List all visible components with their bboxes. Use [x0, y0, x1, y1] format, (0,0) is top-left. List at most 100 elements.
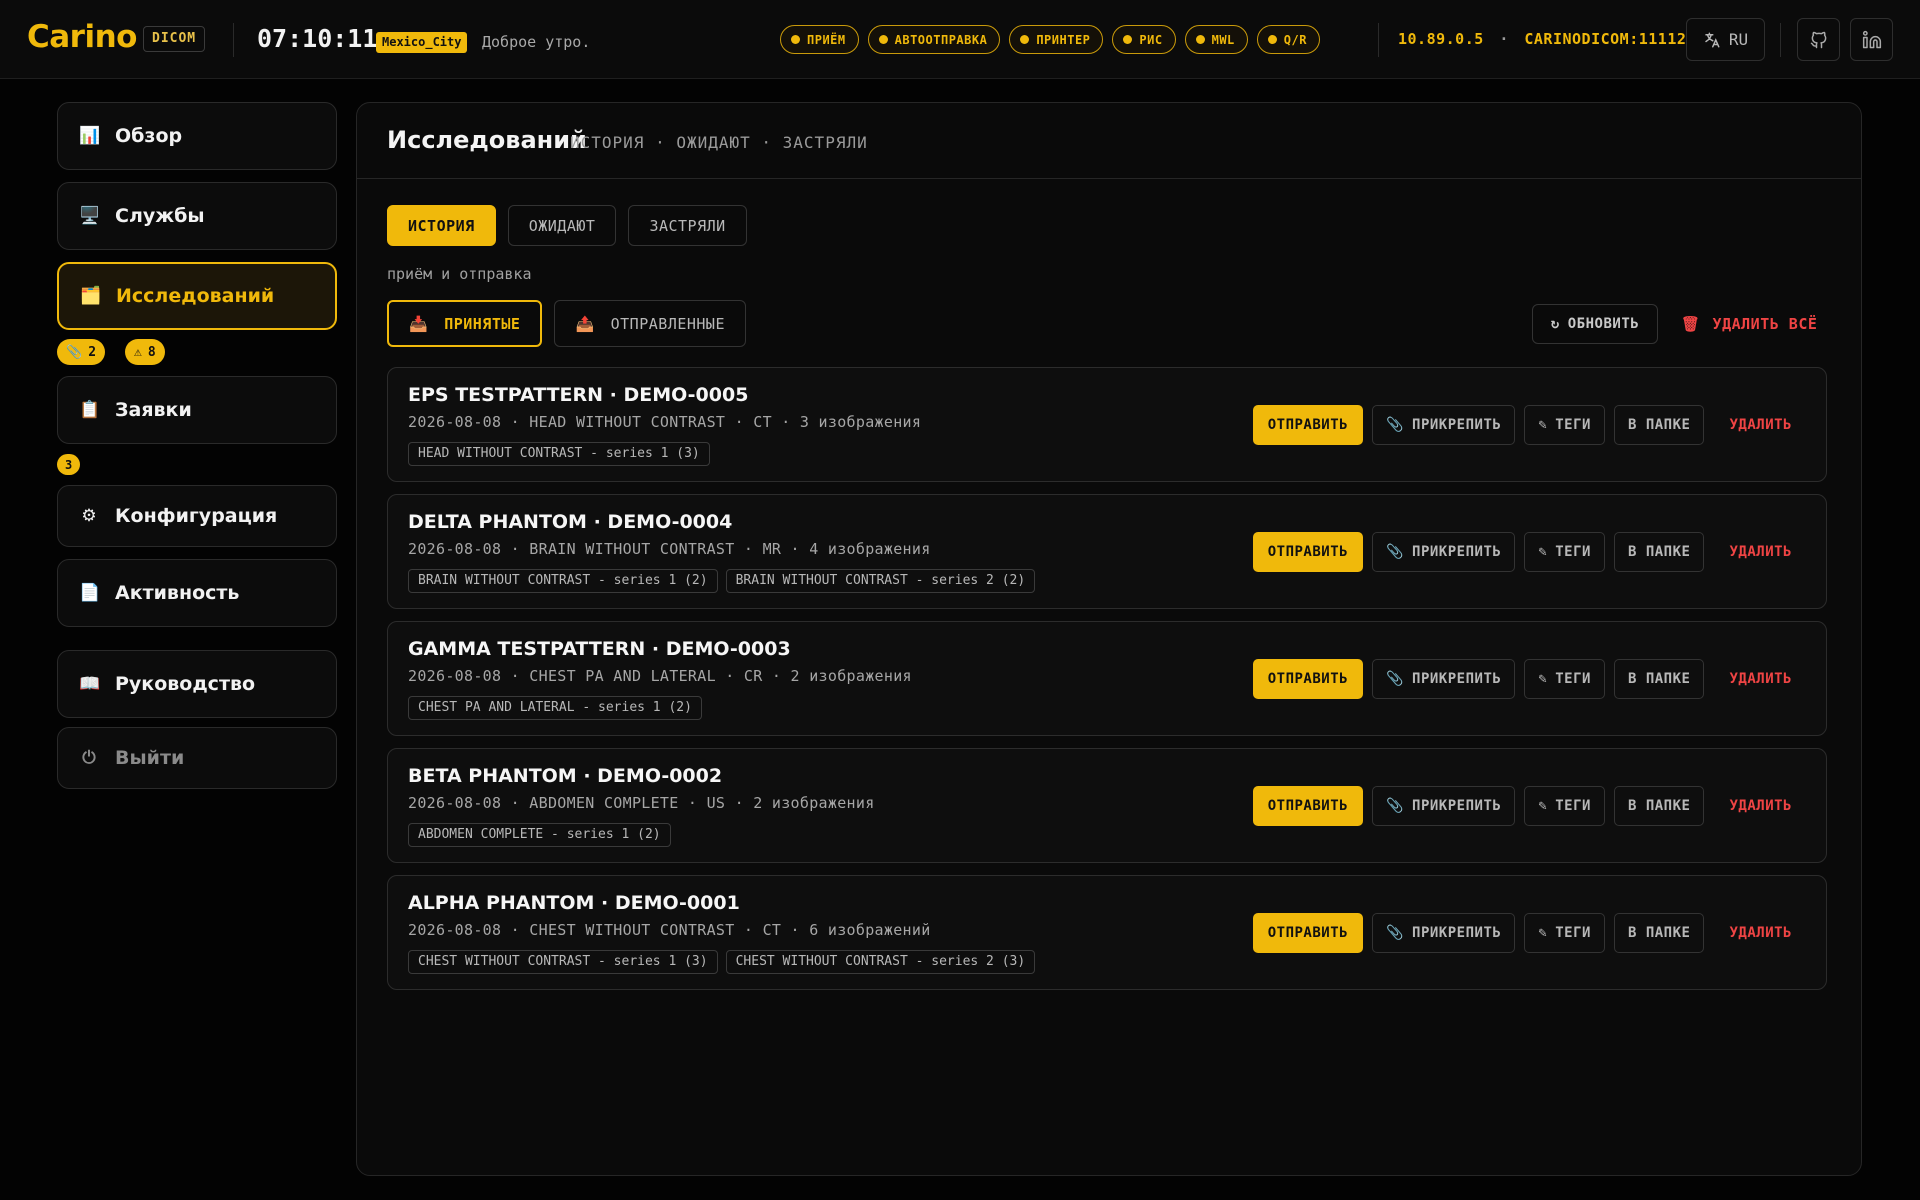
delete-button[interactable]: УДАЛИТЬ [1713, 659, 1808, 699]
sidebar-item-label: Конфигурация [115, 505, 278, 527]
gear-icon: ⚙ [81, 506, 97, 526]
pencil-icon: ✎ [1538, 671, 1548, 687]
in-folder-button[interactable]: В ПАПКЕ [1613, 405, 1705, 445]
sidebar-item-requests[interactable]: 📋 Заявки [57, 376, 337, 444]
study-meta: 2026-08-08 · CHEST WITHOUT CONTRAST · CT… [408, 921, 931, 939]
service-pill-receive[interactable]: ПРИЁМ [780, 25, 859, 54]
study-actions: ОТПРАВИТЬ 📎 ПРИКРЕПИТЬ ✎ ТЕГИ В ПАПКЕ УДАЛ… [1252, 659, 1808, 699]
send-button[interactable]: ОТПРАВИТЬ [1252, 659, 1364, 699]
sidebar-item-label: Выйти [115, 747, 185, 769]
page-subtitle: ИСТОРИЯ · ОЖИДАЮТ · ЗАСТРЯЛИ [570, 133, 868, 152]
section-hint: приём и отправка [387, 265, 532, 283]
pencil-icon: ✎ [1538, 798, 1548, 814]
delete-button[interactable]: УДАЛИТЬ [1713, 532, 1808, 572]
attach-button[interactable]: 📎 ПРИКРЕПИТЬ [1372, 786, 1516, 826]
series-chip: ABDOMEN COMPLETE - series 1 (2) [408, 823, 671, 847]
folder-icon: 🗂️ [80, 286, 102, 306]
attach-button[interactable]: 📎 ПРИКРЕПИТЬ [1372, 913, 1516, 953]
tags-label: ТЕГИ [1555, 544, 1591, 560]
linkedin-button[interactable] [1850, 18, 1893, 61]
delete-all-button[interactable]: 🗑 УДАЛИТЬ ВСЁ [1681, 304, 1817, 344]
series-list: ABDOMEN COMPLETE - series 1 (2) [408, 823, 671, 847]
send-button[interactable]: ОТПРАВИТЬ [1252, 405, 1364, 445]
delete-button[interactable]: УДАЛИТЬ [1713, 405, 1808, 445]
direction-tabs: 📥 ПРИНЯТЫЕ 📤 ОТПРАВЛЕННЫЕ [387, 300, 746, 347]
series-list: CHEST WITHOUT CONTRAST - series 1 (3) CH… [408, 950, 1036, 974]
tab-received[interactable]: 📥 ПРИНЯТЫЕ [387, 300, 543, 347]
service-pill-printer[interactable]: ПРИНТЕР [1009, 25, 1104, 54]
tab-sent[interactable]: 📤 ОТПРАВЛЕННЫЕ [554, 300, 746, 347]
send-button[interactable]: ОТПРАВИТЬ [1252, 786, 1364, 826]
sidebar-item-services[interactable]: 🖥️ Службы [57, 182, 337, 250]
tab-pending[interactable]: ОЖИДАЮТ [507, 205, 617, 246]
tags-label: ТЕГИ [1555, 671, 1591, 687]
service-pill-qr[interactable]: Q/R [1256, 25, 1320, 54]
page-title: Исследований [387, 126, 587, 154]
monitor-icon: 🖥️ [79, 206, 101, 226]
paperclip-icon: 📎 [1386, 417, 1405, 433]
service-pill-autosend[interactable]: АВТООТПРАВКА [867, 25, 1001, 54]
divider [233, 23, 234, 57]
attach-label: ПРИКРЕПИТЬ [1412, 798, 1502, 814]
study-meta: 2026-08-08 · ABDOMEN COMPLETE · US · 2 и… [408, 794, 875, 812]
sidebar-item-logout[interactable]: ⏻ Выйти [57, 727, 337, 789]
status-dot-icon [791, 35, 800, 44]
sidebar-item-overview[interactable]: 📊 Обзор [57, 102, 337, 170]
service-pill-label: ПРИНТЕР [1036, 32, 1091, 47]
attach-label: ПРИКРЕПИТЬ [1412, 417, 1502, 433]
study-meta: 2026-08-08 · CHEST PA AND LATERAL · CR ·… [408, 667, 912, 685]
in-folder-button[interactable]: В ПАПКЕ [1613, 786, 1705, 826]
chart-icon: 📊 [79, 126, 101, 146]
delete-button[interactable]: УДАЛИТЬ [1713, 913, 1808, 953]
send-button[interactable]: ОТПРАВИТЬ [1252, 532, 1364, 572]
github-icon [1810, 31, 1826, 48]
tags-button[interactable]: ✎ ТЕГИ [1524, 913, 1605, 953]
service-pill-mwl[interactable]: MWL [1184, 25, 1248, 54]
in-folder-button[interactable]: В ПАПКЕ [1613, 532, 1705, 572]
timezone-badge: Mexico_City [376, 32, 468, 53]
in-folder-button[interactable]: В ПАПКЕ [1613, 659, 1705, 699]
service-pill-ris[interactable]: РИС [1112, 25, 1176, 54]
attach-button[interactable]: 📎 ПРИКРЕПИТЬ [1372, 659, 1516, 699]
refresh-button[interactable]: ↻ ОБНОВИТЬ [1532, 304, 1658, 344]
sidebar-item-activity[interactable]: 📄 Активность [57, 559, 337, 627]
delete-button[interactable]: УДАЛИТЬ [1713, 786, 1808, 826]
language-switch-button[interactable]: RU [1686, 18, 1765, 61]
greeting-text: Доброе утро. [482, 33, 591, 51]
status-dot-icon [878, 35, 888, 44]
paperclip-icon: 📎 [1386, 925, 1405, 941]
attach-button[interactable]: 📎 ПРИКРЕПИТЬ [1372, 532, 1516, 572]
tab-label: ОТПРАВЛЕННЫЕ [610, 314, 725, 333]
study-card: GAMMA TESTPATTERN · DEMO-0003 2026-08-08… [387, 621, 1827, 736]
in-folder-button[interactable]: В ПАПКЕ [1613, 913, 1705, 953]
tags-button[interactable]: ✎ ТЕГИ [1524, 659, 1605, 699]
study-title: DELTA PHANTOM · DEMO-0004 [408, 511, 733, 533]
linkedin-icon [1862, 30, 1881, 48]
tab-history[interactable]: ИСТОРИЯ [387, 205, 496, 246]
app-logo[interactable]: Carino [27, 19, 137, 55]
translate-icon [1705, 32, 1720, 47]
tags-button[interactable]: ✎ ТЕГИ [1524, 532, 1605, 572]
tags-button[interactable]: ✎ ТЕГИ [1524, 786, 1605, 826]
paperclip-icon: 📎 [1386, 544, 1405, 560]
sidebar-item-studies[interactable]: 🗂️ Исследований [57, 262, 337, 330]
sidebar-item-manual[interactable]: 📖 Руководство [57, 650, 337, 718]
send-button[interactable]: ОТПРАВИТЬ [1252, 913, 1364, 953]
refresh-icon: ↻ [1550, 316, 1560, 332]
tags-button[interactable]: ✎ ТЕГИ [1524, 405, 1605, 445]
sidebar-item-label: Службы [115, 205, 205, 227]
warning-count-badge: ⚠ 8 [125, 339, 165, 365]
tab-stuck[interactable]: ЗАСТРЯЛИ [628, 205, 747, 246]
service-pill-label: РИС [1139, 32, 1163, 47]
github-button[interactable] [1797, 18, 1840, 61]
service-pill-label: Q/R [1283, 32, 1307, 47]
divider [1378, 23, 1379, 57]
language-label: RU [1728, 30, 1749, 49]
status-dot-icon [1123, 35, 1133, 44]
attach-button[interactable]: 📎 ПРИКРЕПИТЬ [1372, 405, 1516, 445]
refresh-label: ОБНОВИТЬ [1567, 316, 1640, 332]
series-chip: CHEST WITHOUT CONTRAST - series 1 (3) [408, 950, 718, 974]
attach-label: ПРИКРЕПИТЬ [1412, 671, 1502, 687]
network-info: 10.89.0.5 · CARINODICOM:11112 [1398, 30, 1686, 48]
sidebar-item-configuration[interactable]: ⚙ Конфигурация [57, 485, 337, 547]
